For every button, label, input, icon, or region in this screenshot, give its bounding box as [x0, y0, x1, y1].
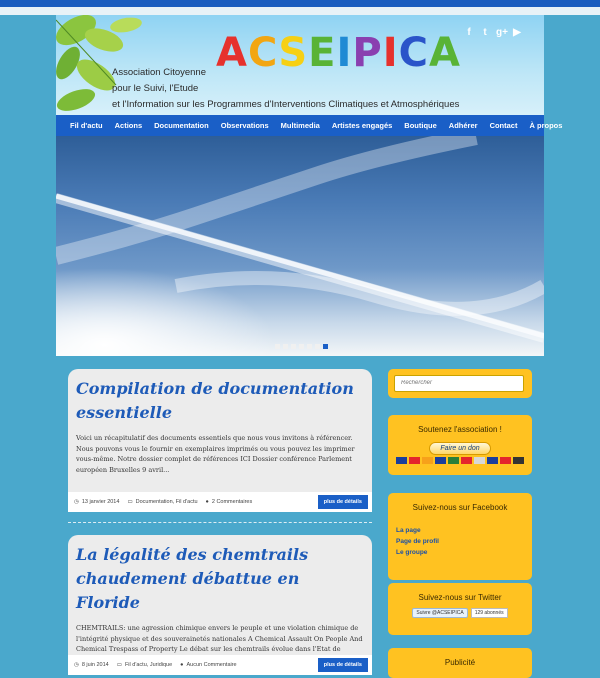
- nav-item[interactable]: Adhérer: [443, 121, 484, 130]
- post-date: ◷ 13 janvier 2014: [74, 499, 119, 505]
- social-links: f t g+ ▶: [464, 27, 522, 38]
- card-logo: [500, 457, 511, 464]
- post-title[interactable]: La légalité des chemtrails chaudement dé…: [68, 535, 372, 615]
- support-title: Soutenez l'association !: [418, 425, 502, 434]
- facebook-widget: Suivez-nous sur Facebook La page Page de…: [388, 493, 532, 580]
- nav-item[interactable]: Actions: [109, 121, 149, 130]
- slider-dot[interactable]: [307, 344, 312, 349]
- post-card: Compilation de documentation essentielle…: [68, 369, 372, 512]
- card-logo: [461, 457, 472, 464]
- card-logo: [487, 457, 498, 464]
- slider-dot[interactable]: [283, 344, 288, 349]
- post-comments-text[interactable]: Aucun Commentaire: [186, 662, 236, 668]
- post-excerpt: Voici un récapitulatif des documents ess…: [76, 434, 355, 474]
- site-header: ACSEIPICA Association Citoyenne pour le …: [56, 15, 544, 115]
- post-separator: [68, 522, 372, 523]
- comment-icon: ●: [205, 499, 209, 505]
- twitter-follower-count: 129 abonnés: [470, 608, 508, 618]
- slider-dot[interactable]: [291, 344, 296, 349]
- youtube-icon[interactable]: ▶: [512, 27, 522, 38]
- nav-item[interactable]: À propos: [523, 121, 568, 130]
- card-logo: [448, 457, 459, 464]
- post-comments-text[interactable]: 2 Commentaires: [212, 499, 252, 505]
- facebook-title: Suivez-nous sur Facebook: [412, 503, 508, 512]
- card-logo: [513, 457, 524, 464]
- post-date: ◷ 8 juin 2014: [74, 662, 109, 668]
- twitter-title: Suivez-nous sur Twitter: [418, 593, 502, 602]
- card-logo: [409, 457, 420, 464]
- twitter-follow-button[interactable]: Suivre @ACSEIPICA: [412, 608, 468, 618]
- facebook-link-profile[interactable]: Page de profil: [396, 536, 532, 547]
- donate-button[interactable]: Faire un don: [429, 442, 491, 455]
- post-categories[interactable]: ▭ Fil d'actu, Juridique: [117, 662, 172, 668]
- post-categories-text[interactable]: Fil d'actu, Juridique: [125, 662, 172, 668]
- post-comments[interactable]: ● Aucun Commentaire: [180, 662, 236, 668]
- search-input[interactable]: [394, 375, 524, 392]
- ads-title: Publicité: [444, 658, 476, 667]
- main-nav: Fil d'actu Actions Documentation Observatio…: [56, 115, 562, 136]
- tagline-line-3: et l'Information sur les Programmes d'In…: [112, 99, 460, 110]
- card-logo: [435, 457, 446, 464]
- read-more-button[interactable]: plus de détails: [317, 495, 368, 509]
- twitter-follow: Suivre @ACSEIPICA 129 abonnés: [388, 608, 532, 618]
- search-widget: [388, 369, 532, 398]
- post-date-text: 8 juin 2014: [81, 662, 109, 668]
- post-title[interactable]: Compilation de documentation essentielle: [68, 369, 372, 425]
- folder-icon: ▭: [116, 662, 122, 668]
- post-comments[interactable]: ● 2 Commentaires: [206, 499, 253, 505]
- tagline-line-2: pour le Suivi, l'Etude: [112, 83, 199, 94]
- card-logo: [422, 457, 433, 464]
- nav-item[interactable]: Fil d'actu: [64, 121, 109, 130]
- payment-cards: [388, 457, 532, 464]
- post-meta: ◷ 8 juin 2014 ▭ Fil d'actu, Juridique ● Auc…: [68, 655, 372, 675]
- nav-item[interactable]: Artistes engagés: [326, 121, 398, 130]
- card-logo: [474, 457, 485, 464]
- folder-icon: ▭: [127, 499, 133, 505]
- slider-dot[interactable]: [323, 344, 328, 349]
- post-card: La légalité des chemtrails chaudement dé…: [68, 535, 372, 675]
- tagline-line-1: Association Citoyenne: [112, 67, 206, 78]
- nav-item[interactable]: Boutique: [398, 121, 443, 130]
- hero-slider[interactable]: [56, 136, 544, 356]
- slider-dot[interactable]: [275, 344, 280, 349]
- page-container: ACSEIPICA Association Citoyenne pour le …: [56, 15, 562, 678]
- google-plus-icon[interactable]: g+: [496, 27, 508, 38]
- nav-item[interactable]: Contact: [484, 121, 524, 130]
- post-date-text: 13 janvier 2014: [81, 499, 120, 505]
- clock-icon: ◷: [74, 662, 79, 668]
- sky-image: [56, 136, 544, 356]
- twitter-widget: Suivez-nous sur Twitter Suivre @ACSEIPIC…: [388, 583, 532, 635]
- twitter-icon[interactable]: t: [480, 27, 490, 38]
- slider-dot[interactable]: [315, 344, 320, 349]
- facebook-link-group[interactable]: Le groupe: [396, 547, 532, 558]
- facebook-link-page[interactable]: La page: [396, 525, 532, 536]
- post-categories[interactable]: ▭ Documentation, Fil d'actu: [127, 499, 197, 505]
- nav-item[interactable]: Documentation: [148, 121, 215, 130]
- comment-icon: ●: [180, 662, 184, 668]
- slider-dots: [275, 344, 328, 349]
- top-border: [0, 0, 600, 7]
- post-meta: ◷ 13 janvier 2014 ▭ Documentation, Fil d'a…: [68, 492, 372, 512]
- card-logo: [396, 457, 407, 464]
- nav-item[interactable]: Observations: [215, 121, 275, 130]
- association-tagline: Association Citoyenne pour le Suivi, l'E…: [112, 65, 459, 113]
- post-categories-text[interactable]: Documentation, Fil d'actu: [136, 499, 198, 505]
- support-widget: Soutenez l'association ! Faire un don: [388, 415, 532, 475]
- nav-item[interactable]: Multimedia: [275, 121, 326, 130]
- ads-widget: Publicité: [388, 648, 532, 678]
- facebook-links: La page Page de profil Le groupe: [388, 512, 532, 558]
- clock-icon: ◷: [74, 499, 79, 505]
- read-more-button[interactable]: plus de détails: [317, 658, 368, 672]
- facebook-icon[interactable]: f: [464, 27, 474, 38]
- top-strip: [0, 7, 600, 15]
- slider-dot[interactable]: [299, 344, 304, 349]
